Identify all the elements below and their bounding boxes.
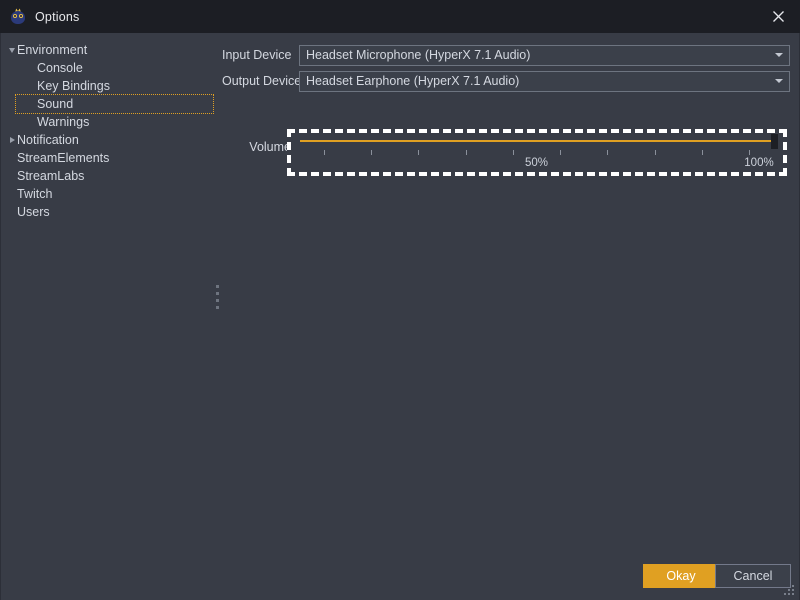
options-dialog: Options Environment Console Key Bindings So… — [0, 0, 800, 600]
panel-splitter[interactable] — [214, 33, 222, 600]
resize-grip-icon[interactable] — [784, 585, 796, 597]
volume-slider-thumb[interactable] — [771, 134, 778, 149]
title-bar[interactable]: Options — [0, 0, 800, 33]
volume-slider[interactable]: 50% 100% — [287, 129, 787, 176]
volume-tick — [465, 150, 467, 155]
okay-button[interactable]: Okay — [643, 564, 719, 588]
dialog-footer: Okay Cancel — [1, 555, 799, 600]
sidebar-item-label: Key Bindings — [37, 79, 110, 93]
volume-tick — [607, 150, 609, 155]
input-device-select[interactable]: Headset Microphone (HyperX 7.1 Audio) — [299, 44, 790, 66]
volume-slider-track — [300, 140, 773, 142]
output-device-row: Output Device Headset Earphone (HyperX 7… — [222, 70, 799, 92]
sidebar-item-label: Warnings — [37, 115, 90, 129]
input-device-value: Headset Microphone (HyperX 7.1 Audio) — [306, 48, 531, 62]
output-device-label: Output Device — [222, 74, 302, 88]
chevron-down-icon[interactable] — [5, 41, 19, 59]
close-button[interactable] — [756, 0, 800, 33]
sidebar-item-label: StreamLabs — [17, 169, 85, 183]
sidebar-item-twitch[interactable]: Twitch — [1, 185, 213, 203]
sound-settings-panel: Input Device Headset Microphone (HyperX … — [222, 33, 799, 600]
volume-tick — [560, 150, 562, 155]
volume-tick — [749, 150, 751, 155]
sidebar-item-notification[interactable]: Notification — [1, 131, 213, 149]
sidebar-item-label: Users — [17, 205, 50, 219]
close-icon — [772, 11, 784, 22]
volume-tick-label: 100% — [744, 157, 774, 169]
sidebar-item-warnings[interactable]: Warnings — [1, 113, 213, 131]
cancel-button[interactable]: Cancel — [715, 564, 791, 588]
sidebar-item-label: Environment — [17, 43, 88, 57]
output-device-select[interactable]: Headset Earphone (HyperX 7.1 Audio) — [299, 70, 790, 92]
input-device-row: Input Device Headset Microphone (HyperX … — [222, 44, 799, 66]
chevron-down-icon — [768, 72, 789, 91]
sidebar-item-label: Notification — [17, 133, 79, 147]
output-device-value: Headset Earphone (HyperX 7.1 Audio) — [306, 74, 520, 88]
volume-tick-label: 50% — [524, 157, 549, 169]
chevron-down-icon — [768, 46, 789, 65]
sidebar-item-sound[interactable]: Sound — [15, 94, 214, 114]
window-title: Options — [35, 9, 80, 24]
sidebar-item-streamelements[interactable]: StreamElements — [1, 149, 213, 167]
volume-tick — [654, 150, 656, 155]
window-controls — [756, 0, 800, 33]
owl-mascot-icon — [9, 8, 27, 26]
volume-tick — [370, 150, 372, 155]
sidebar-item-label: StreamElements — [17, 151, 110, 165]
chevron-right-icon[interactable] — [5, 131, 19, 149]
sidebar-item-environment[interactable]: Environment — [1, 41, 213, 59]
volume-tick — [702, 150, 704, 155]
sidebar-item-users[interactable]: Users — [1, 203, 213, 221]
volume-tick — [512, 150, 514, 155]
sidebar-item-label: Console — [37, 61, 83, 75]
dialog-body: Environment Console Key Bindings Sound Warni… — [0, 33, 800, 600]
sidebar-item-key-bindings[interactable]: Key Bindings — [1, 77, 213, 95]
volume-tick — [323, 150, 325, 155]
volume-tick — [418, 150, 420, 155]
input-device-label: Input Device — [222, 48, 292, 62]
settings-tree: Environment Console Key Bindings Sound Warni… — [1, 33, 214, 600]
sidebar-item-streamlabs[interactable]: StreamLabs — [1, 167, 213, 185]
sidebar-item-console[interactable]: Console — [1, 59, 213, 77]
sidebar-item-label: Sound — [37, 97, 74, 111]
sidebar-item-label: Twitch — [17, 187, 53, 201]
splitter-grip-icon — [216, 285, 220, 313]
